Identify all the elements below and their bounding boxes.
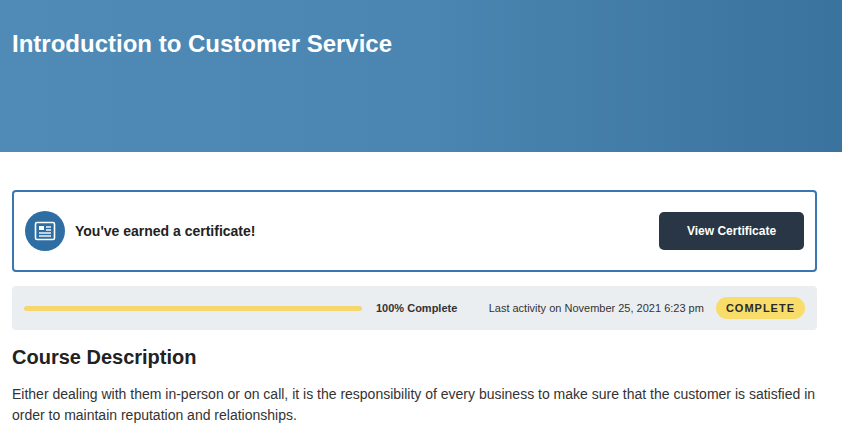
progress-label: 100% Complete (376, 300, 457, 317)
description-heading: Course Description (12, 343, 817, 371)
certificate-icon (25, 211, 65, 251)
progress-track (24, 306, 362, 311)
certificate-message: You've earned a certificate! (75, 221, 255, 242)
progress-strip: 100% Complete Last activity on November 2… (12, 286, 817, 330)
course-header: Introduction to Customer Service (0, 0, 842, 152)
course-page: Introduction to Customer Service You've e… (0, 0, 842, 429)
status-badge: COMPLETE (716, 297, 805, 320)
certificate-card: You've earned a certificate! View Certifi… (12, 190, 817, 272)
document-icon (34, 221, 56, 241)
last-activity: Last activity on November 25, 2021 6:23 … (489, 300, 704, 317)
view-certificate-button[interactable]: View Certificate (659, 212, 804, 250)
progress-fill (24, 306, 362, 311)
description-text: Either dealing with them in-person or on… (12, 384, 817, 426)
course-title: Introduction to Customer Service (12, 28, 830, 60)
